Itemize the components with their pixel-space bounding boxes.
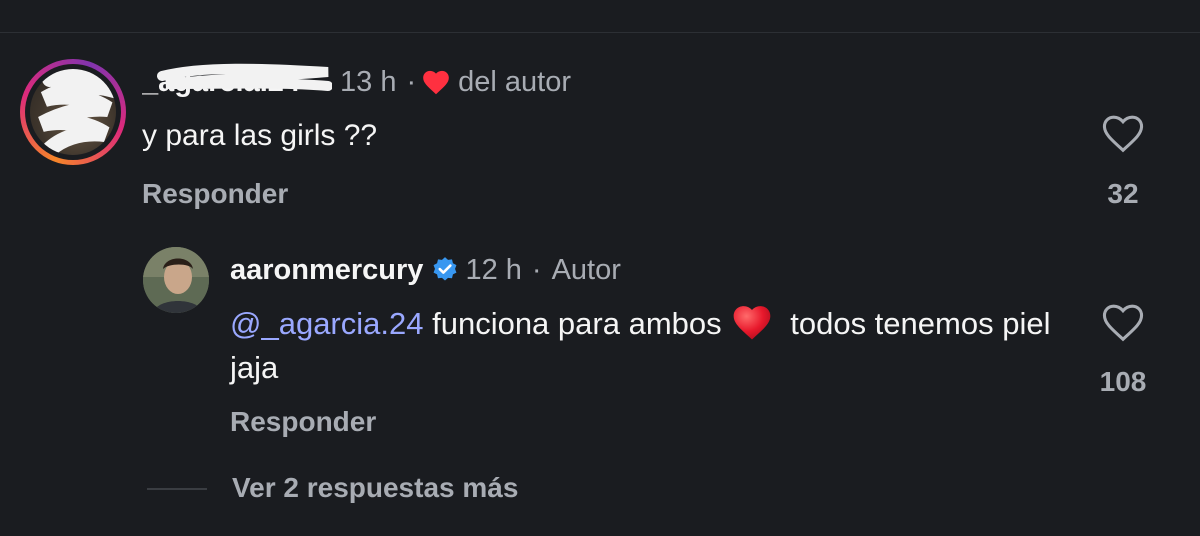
like-count: 108 [1099, 366, 1147, 397]
reply-avatar[interactable] [143, 247, 209, 313]
top-divider [0, 32, 1200, 33]
reply-button[interactable]: Responder [142, 178, 288, 210]
verified-badge-icon [434, 257, 457, 281]
meta-separator: · [406, 66, 417, 98]
reply-text-part1: funciona para ambos [423, 306, 722, 341]
comment-time: 13 h [340, 66, 397, 98]
profile-photo-icon [143, 247, 209, 313]
reply-meta: aaronmercury 12 h · Autor [230, 252, 621, 288]
liked-by-author-label: del autor [458, 66, 571, 98]
view-more-replies-button[interactable]: Ver 2 respuestas más [232, 472, 518, 504]
reply-time: 12 h [465, 254, 522, 286]
reply-text: @_agarcia.24 funciona para ambos todos t… [230, 302, 1060, 390]
heart-outline-icon[interactable] [1101, 302, 1145, 342]
reply-username[interactable]: aaronmercury [230, 252, 423, 288]
more-replies-line [147, 488, 207, 490]
avatar[interactable] [30, 69, 116, 155]
like-count: 32 [1107, 178, 1139, 209]
redaction-scribble [38, 69, 116, 155]
reply-button[interactable]: Responder [230, 406, 376, 438]
meta-separator: · [531, 254, 542, 286]
comment-text: y para las girls ?? [142, 119, 378, 152]
author-label: Autor [551, 254, 621, 286]
red-heart-emoji-icon [733, 306, 770, 340]
heart-filled-icon [423, 70, 449, 95]
mention-link[interactable]: @_agarcia.24 [230, 306, 423, 341]
username-redaction [157, 63, 332, 91]
heart-outline-icon[interactable] [1101, 113, 1145, 153]
